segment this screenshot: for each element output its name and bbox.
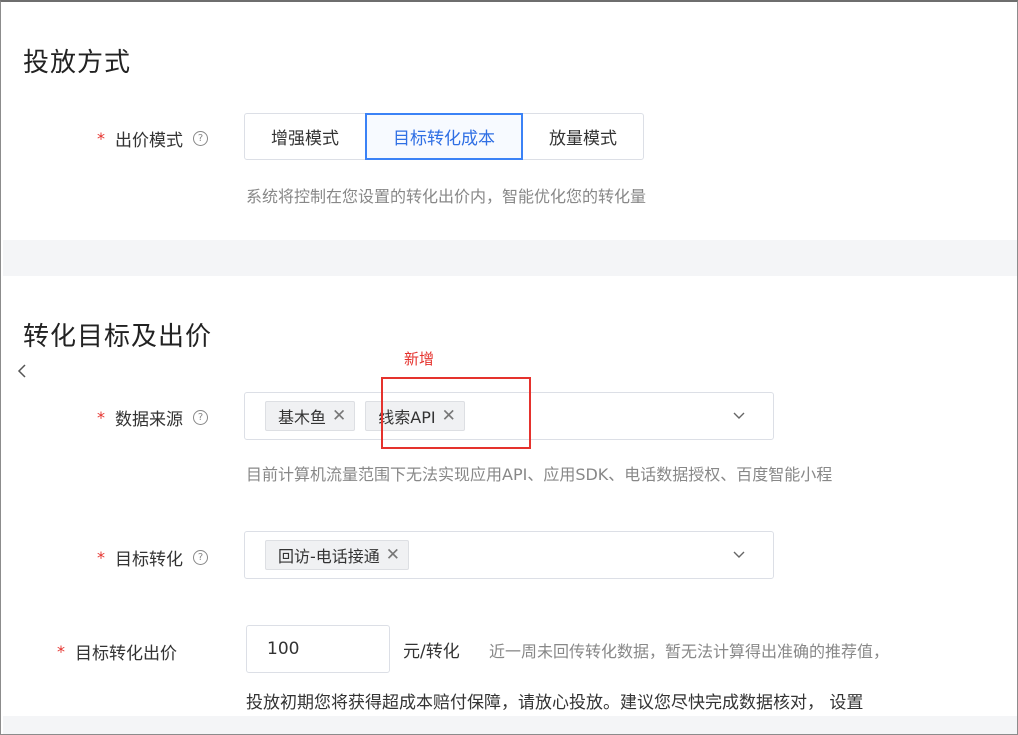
target-bid-label: * 目标转化出价	[57, 642, 177, 664]
target-bid-input[interactable]: 100	[246, 625, 390, 673]
bid-mode-option-volume[interactable]: 放量模式	[522, 113, 644, 160]
target-conversion-tag: 回访-电话接通 ✕	[265, 540, 410, 570]
bid-mode-label: * 出价模式 ?	[97, 126, 208, 151]
required-mark: *	[97, 548, 105, 567]
close-icon[interactable]: ✕	[386, 545, 400, 565]
bottom-divider	[3, 716, 1017, 734]
bid-unit: 元/转化	[403, 642, 460, 662]
bid-mode-segmented-control: 增强模式 目标转化成本 放量模式	[244, 113, 644, 160]
new-annotation-label: 新增	[404, 350, 435, 368]
bid-recommendation-hint: 近一周未回传转化数据，暂无法计算得出准确的推荐值，	[489, 642, 890, 661]
required-mark: *	[97, 129, 105, 148]
data-source-tag: 基木鱼 ✕	[265, 401, 356, 431]
section-divider	[3, 240, 1017, 276]
bid-mode-option-enhanced[interactable]: 增强模式	[244, 113, 366, 160]
chevron-down-icon[interactable]	[731, 407, 747, 423]
help-icon[interactable]: ?	[193, 550, 208, 565]
target-conversion-label: * 目标转化 ?	[97, 545, 208, 570]
delivery-section-title: 投放方式	[23, 48, 132, 78]
chevron-left-icon[interactable]	[15, 362, 29, 380]
bid-mode-hint: 系统将控制在您设置的转化出价内，智能优化您的转化量	[246, 187, 647, 206]
conversion-section-title: 转化目标及出价	[23, 322, 213, 352]
compensation-guarantee-text: 投放初期您将获得超成本赔付保障，请放心投放。建议您尽快完成数据核对， 设置	[246, 693, 864, 713]
target-conversion-select[interactable]: 回访-电话接通 ✕	[244, 531, 774, 579]
help-icon[interactable]: ?	[193, 410, 208, 425]
data-source-hint: 目前计算机流量范围下无法实现应用API、应用SDK、电话数据授权、百度智能小程	[246, 465, 833, 484]
data-source-label: * 数据来源 ?	[97, 405, 208, 430]
page-frame: 投放方式 * 出价模式 ? 增强模式 目标转化成本 放量模式 系统将控制在您设置…	[0, 0, 1018, 735]
close-icon[interactable]: ✕	[332, 406, 346, 426]
new-feature-highlight	[381, 377, 531, 449]
bid-mode-option-target-cost[interactable]: 目标转化成本	[365, 113, 523, 160]
help-icon[interactable]: ?	[193, 131, 208, 146]
required-mark: *	[97, 408, 105, 427]
chevron-down-icon[interactable]	[731, 546, 747, 562]
required-mark: *	[57, 642, 65, 661]
